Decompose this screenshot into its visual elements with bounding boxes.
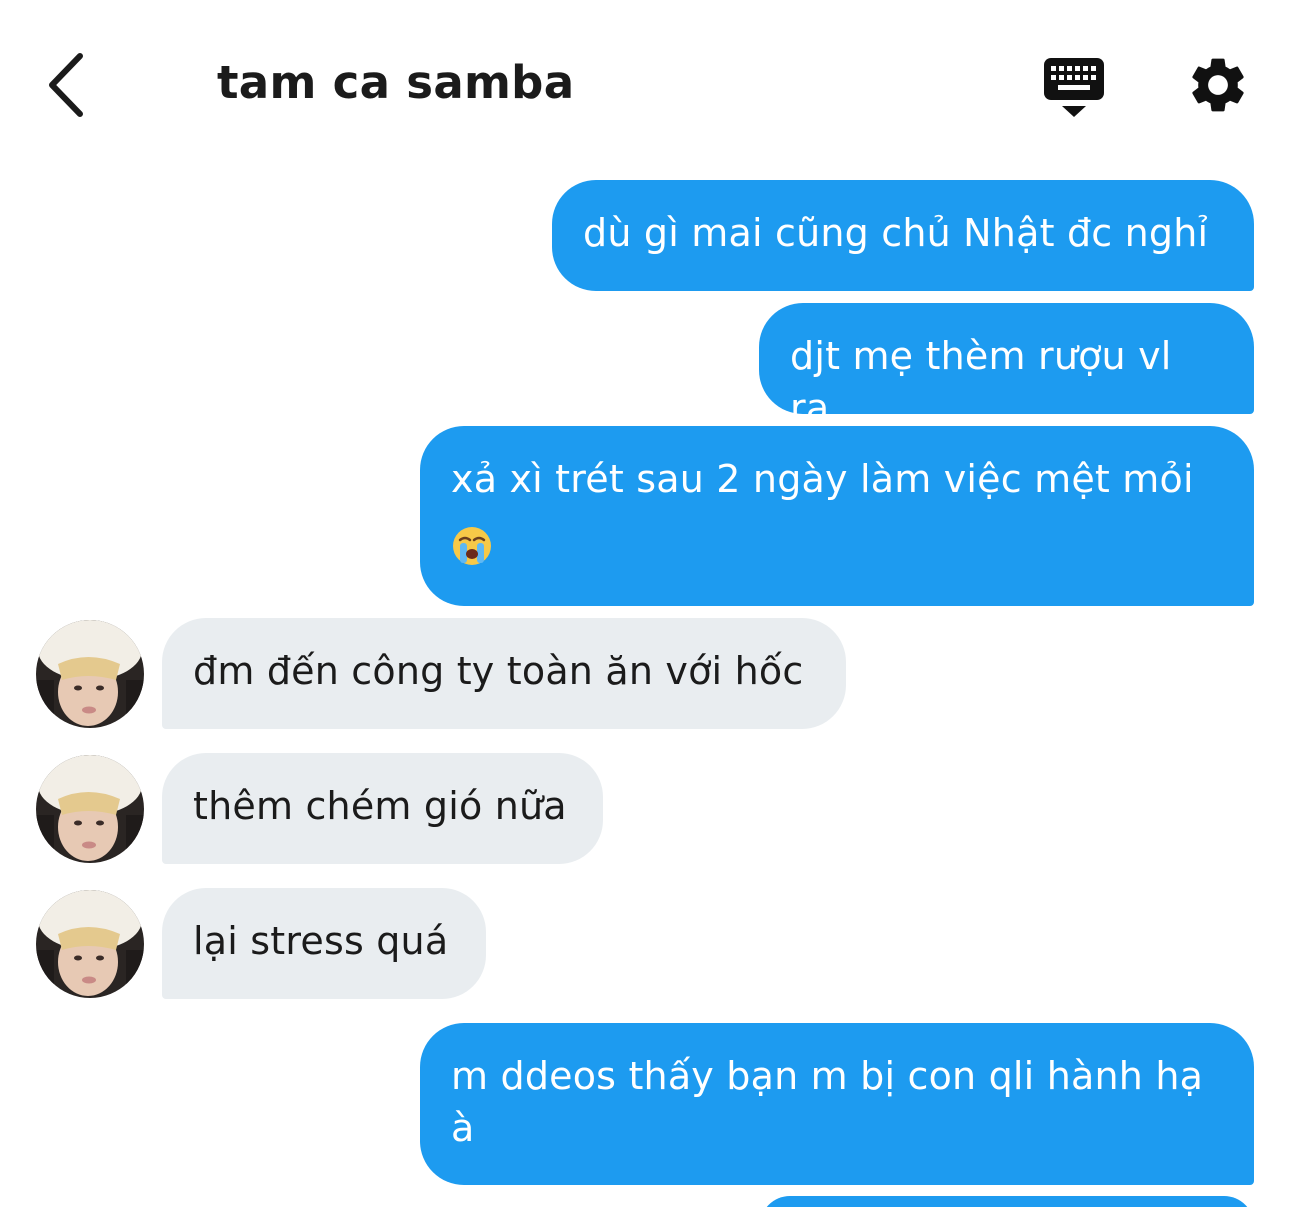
outgoing-message[interactable]: m ddeos thấy bạn m bị con qli hành hạ à bbox=[420, 1023, 1254, 1185]
message-text: m ddeos thấy bạn m bị con qli hành hạ bbox=[451, 1054, 1204, 1098]
loudly-crying-face-emoji bbox=[453, 526, 491, 565]
chevron-left-icon bbox=[49, 53, 83, 117]
chat-header: tam ca samba bbox=[0, 0, 1290, 160]
keyboard-icon bbox=[1044, 58, 1104, 117]
contact-avatar[interactable] bbox=[36, 755, 144, 863]
message-text: xả xì trét sau 2 ngày làm việc mệt mỏi bbox=[451, 457, 1194, 501]
conversation-title[interactable]: tam ca samba bbox=[217, 56, 574, 109]
incoming-message[interactable]: lại stress quá bbox=[162, 888, 486, 999]
outgoing-message[interactable]: xả xì trét sau 2 ngày làm việc mệt mỏi bbox=[420, 426, 1254, 606]
message-text: dù gì mai cũng chủ Nhật đc nghỉ bbox=[583, 211, 1209, 255]
keyboard-toggle-button[interactable] bbox=[1040, 54, 1108, 120]
chat-screen: tam ca samba dù gì mai cũng chủ Nhật đc … bbox=[0, 0, 1290, 1207]
incoming-message[interactable]: thêm chém gió nữa bbox=[162, 753, 603, 864]
message-text: à bbox=[451, 1106, 475, 1150]
avatar-image bbox=[36, 890, 144, 998]
avatar-image bbox=[36, 755, 144, 863]
message-text: đm đến công ty toàn ăn với hốc bbox=[193, 649, 804, 693]
message-text: djt mẹ thèm rượu vl ra bbox=[790, 334, 1172, 430]
message-text: lại stress quá bbox=[193, 919, 449, 963]
outgoing-message[interactable]: djt mẹ thèm rượu vl ra bbox=[759, 303, 1254, 430]
avatar-image bbox=[36, 620, 144, 728]
outgoing-message-partial[interactable] bbox=[760, 1196, 1254, 1207]
message-text: thêm chém gió nữa bbox=[193, 784, 567, 828]
settings-button[interactable] bbox=[1185, 52, 1251, 118]
contact-avatar[interactable] bbox=[36, 890, 144, 998]
gear-icon bbox=[1192, 58, 1244, 112]
back-button[interactable] bbox=[38, 48, 98, 122]
outgoing-message[interactable]: dù gì mai cũng chủ Nhật đc nghỉ bbox=[552, 180, 1254, 291]
incoming-message[interactable]: đm đến công ty toàn ăn với hốc bbox=[162, 618, 846, 729]
contact-avatar[interactable] bbox=[36, 620, 144, 728]
